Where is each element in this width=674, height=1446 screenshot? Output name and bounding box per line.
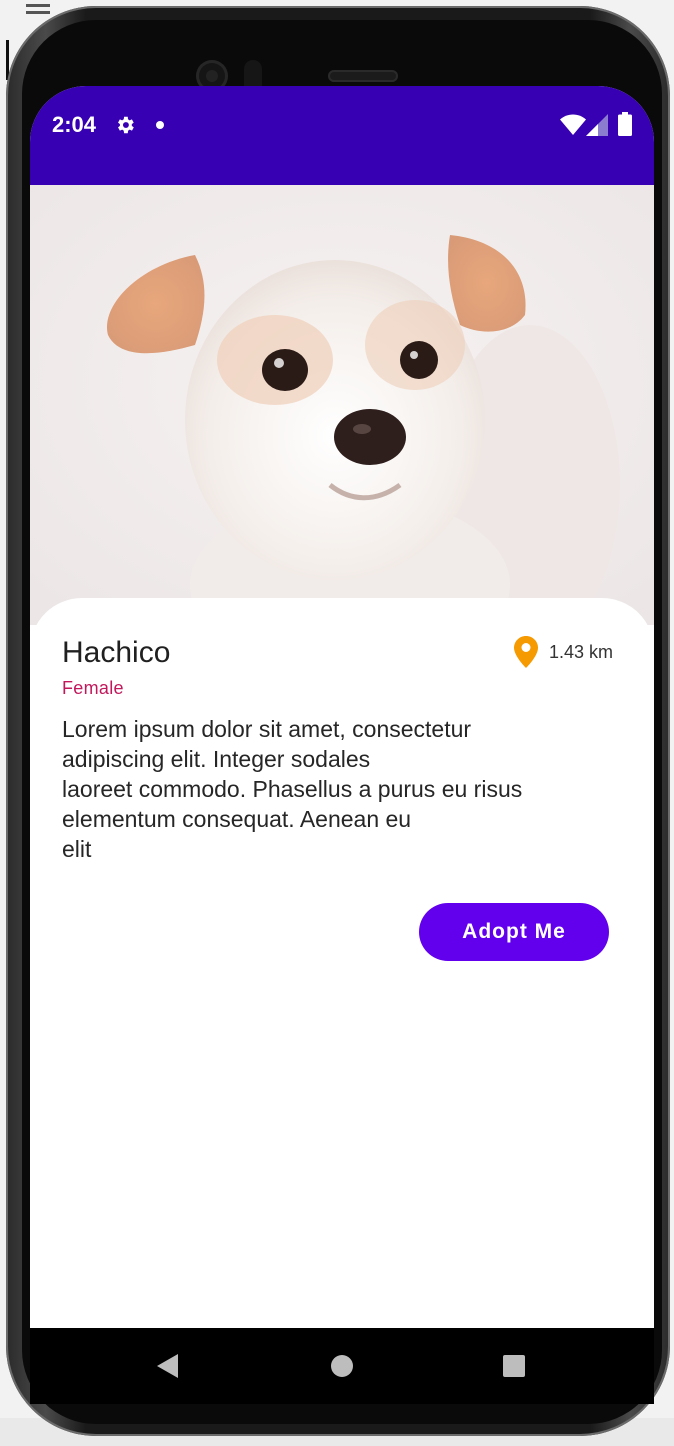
status-bar: 2:04 [30, 86, 654, 185]
location-pin-icon [514, 636, 538, 668]
battery-icon [618, 112, 632, 136]
back-icon[interactable] [156, 1354, 180, 1378]
puppy-image [30, 185, 654, 625]
status-time: 2:04 [52, 112, 97, 137]
earpiece-speaker [328, 70, 398, 82]
home-icon[interactable] [330, 1354, 354, 1378]
navigation-bar [30, 1328, 654, 1404]
cell-signal-icon [586, 114, 608, 136]
pet-name: Hachico [62, 636, 171, 669]
recents-icon[interactable] [502, 1354, 526, 1378]
pet-gender: Female [62, 678, 124, 698]
device-screen: 2:04 Hachico Female 1.43 km Lorem ipsum … [30, 86, 654, 1404]
menu-lines-icon [26, 0, 50, 22]
pet-details-card: Hachico Female 1.43 km Lorem ipsum dolor… [30, 598, 654, 1328]
pet-photo [30, 185, 654, 625]
notification-dot-icon [156, 121, 164, 129]
distance-label: 1.43 km [549, 642, 614, 662]
wifi-icon [560, 114, 586, 135]
pet-description: Lorem ipsum dolor sit amet, consectetur … [62, 716, 523, 862]
adopt-me-button[interactable]: Adopt Me [419, 903, 609, 961]
settings-gear-icon [118, 116, 134, 134]
